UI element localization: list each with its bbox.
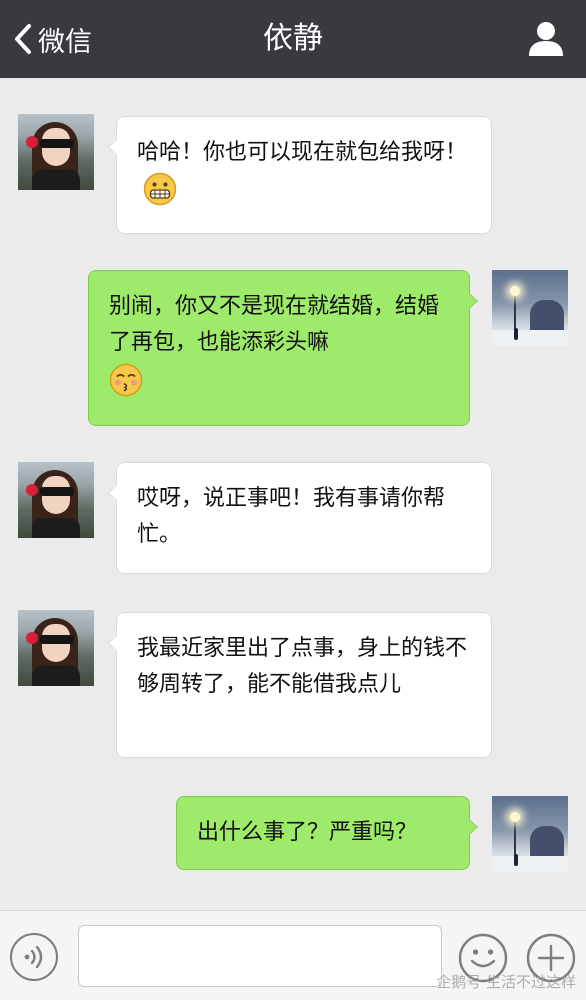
message-bubble: 别闹，你又不是现在就结婚，结婚了再包，也能添彩头嘛	[88, 270, 478, 426]
contact-avatar[interactable]	[18, 462, 94, 538]
message-outgoing: 别闹，你又不是现在就结婚，结婚了再包，也能添彩头嘛	[0, 238, 586, 428]
message-outgoing: 出什么事了？严重吗？	[0, 768, 586, 888]
contact-avatar[interactable]	[18, 114, 94, 190]
chat-header: 微信 依静	[0, 0, 586, 78]
message-bubble: 哎呀，说正事吧！我有事请你帮忙。	[108, 462, 492, 574]
message-incoming: 我最近家里出了点事，身上的钱不够周转了，能不能借我点儿	[0, 578, 586, 768]
voice-input-button[interactable]	[10, 933, 58, 981]
message-input[interactable]	[78, 925, 442, 987]
message-text: 别闹，你又不是现在就结婚，结婚了再包，也能添彩头嘛	[109, 294, 440, 355]
back-label: 微信	[38, 26, 92, 58]
message-list: 哈哈！你也可以现在就包给我呀！ 别闹，你又不是现在就结婚，结婚了再包，也能添彩头…	[0, 78, 586, 910]
chevron-left-icon	[15, 24, 31, 54]
grimacing-face-emoji	[143, 172, 177, 206]
message-text: 我最近家里出了点事，身上的钱不够周转了，能不能借我点儿	[137, 636, 468, 697]
person-icon	[529, 22, 563, 56]
my-avatar[interactable]	[492, 796, 568, 872]
message-text: 出什么事了？严重吗？	[197, 820, 418, 845]
message-incoming: 哎呀，说正事吧！我有事请你帮忙。	[0, 428, 586, 578]
voice-icon	[24, 945, 43, 969]
contact-profile-button[interactable]	[526, 18, 566, 58]
message-bubble: 我最近家里出了点事，身上的钱不够周转了，能不能借我点儿	[108, 612, 492, 758]
message-bubble: 出什么事了？严重吗？	[176, 796, 478, 870]
contact-avatar[interactable]	[18, 610, 94, 686]
message-text: 哈哈！你也可以现在就包给我呀！	[137, 140, 468, 165]
input-toolbar: 企鹅号 生活不过这样	[0, 910, 586, 1000]
message-text: 哎呀，说正事吧！我有事请你帮忙。	[137, 486, 446, 547]
watermark: 企鹅号 生活不过这样	[436, 973, 576, 991]
my-avatar[interactable]	[492, 270, 568, 346]
kissing-face-emoji	[109, 363, 143, 397]
back-button[interactable]: 微信	[14, 18, 92, 60]
message-bubble: 哈哈！你也可以现在就包给我呀！	[108, 116, 492, 234]
message-incoming: 哈哈！你也可以现在就包给我呀！	[0, 78, 586, 238]
